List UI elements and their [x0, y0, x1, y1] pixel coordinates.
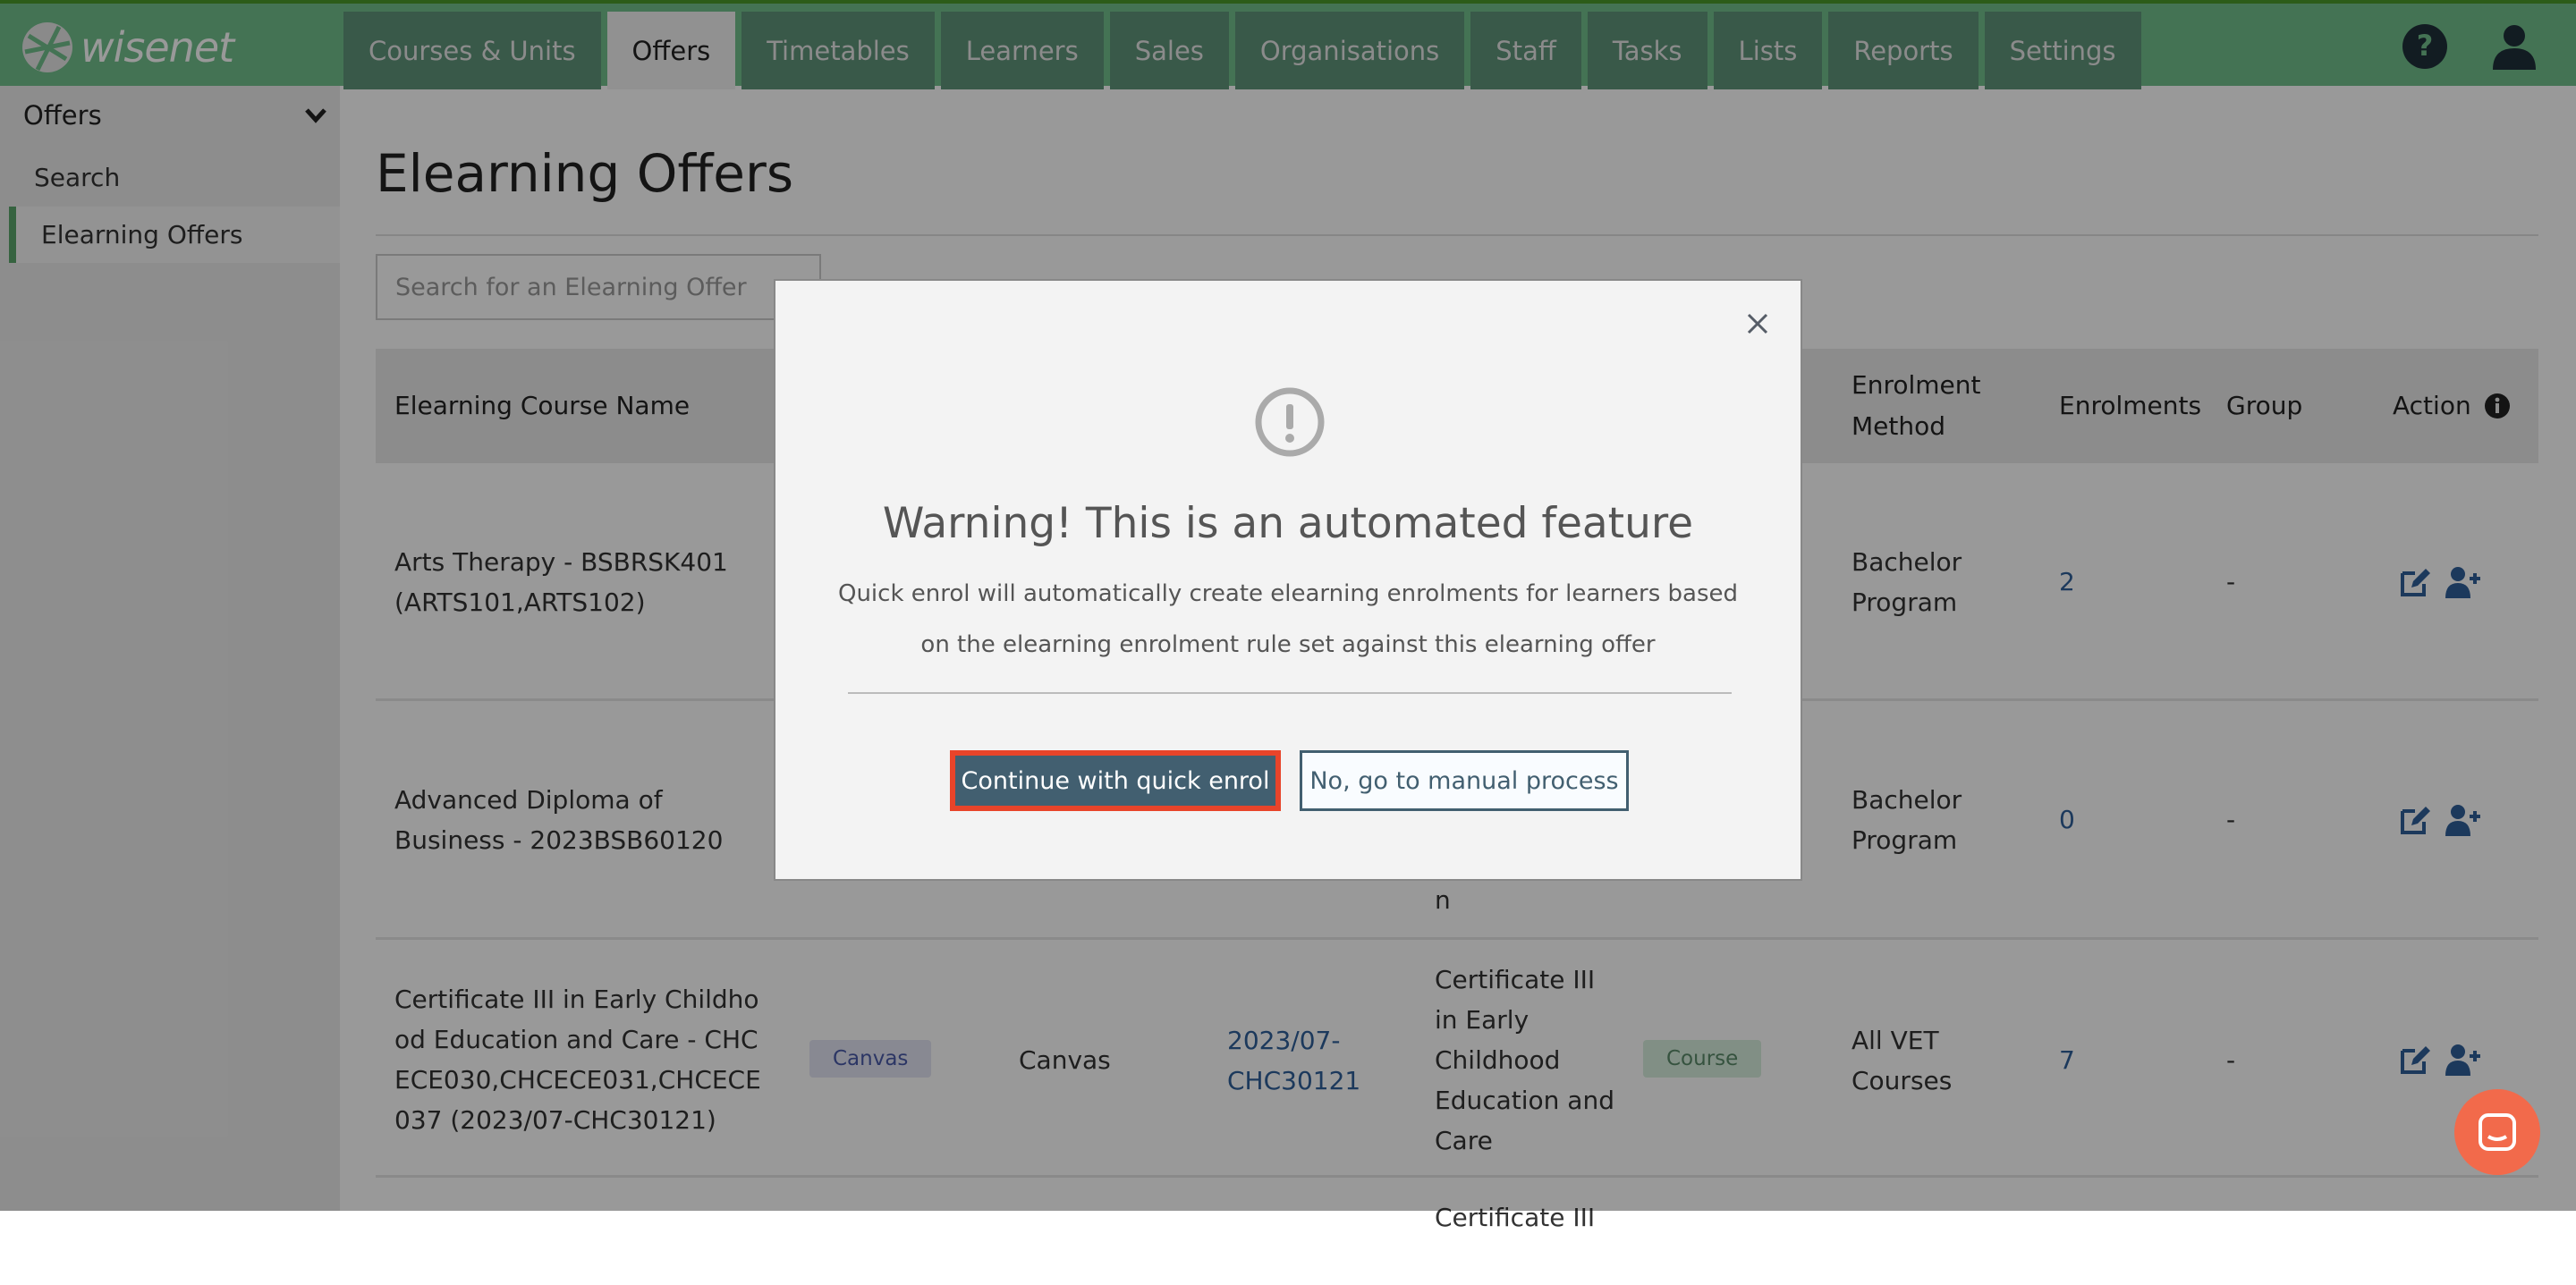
modal-message: Quick enrol will automatically create el… [837, 580, 1738, 658]
close-icon[interactable] [1740, 306, 1775, 342]
warning-modal: Warning! This is an automated feature Qu… [774, 279, 1802, 881]
warning-exclamation-icon [1255, 387, 1325, 457]
modal-title: Warning! This is an automated feature [882, 499, 1694, 548]
modal-divider [848, 692, 1732, 694]
manual-process-button[interactable]: No, go to manual process [1300, 750, 1629, 811]
chat-launcher-button[interactable] [2454, 1089, 2540, 1175]
chat-icon [2479, 1113, 2516, 1151]
continue-quick-enrol-button[interactable]: Continue with quick enrol [950, 750, 1281, 811]
